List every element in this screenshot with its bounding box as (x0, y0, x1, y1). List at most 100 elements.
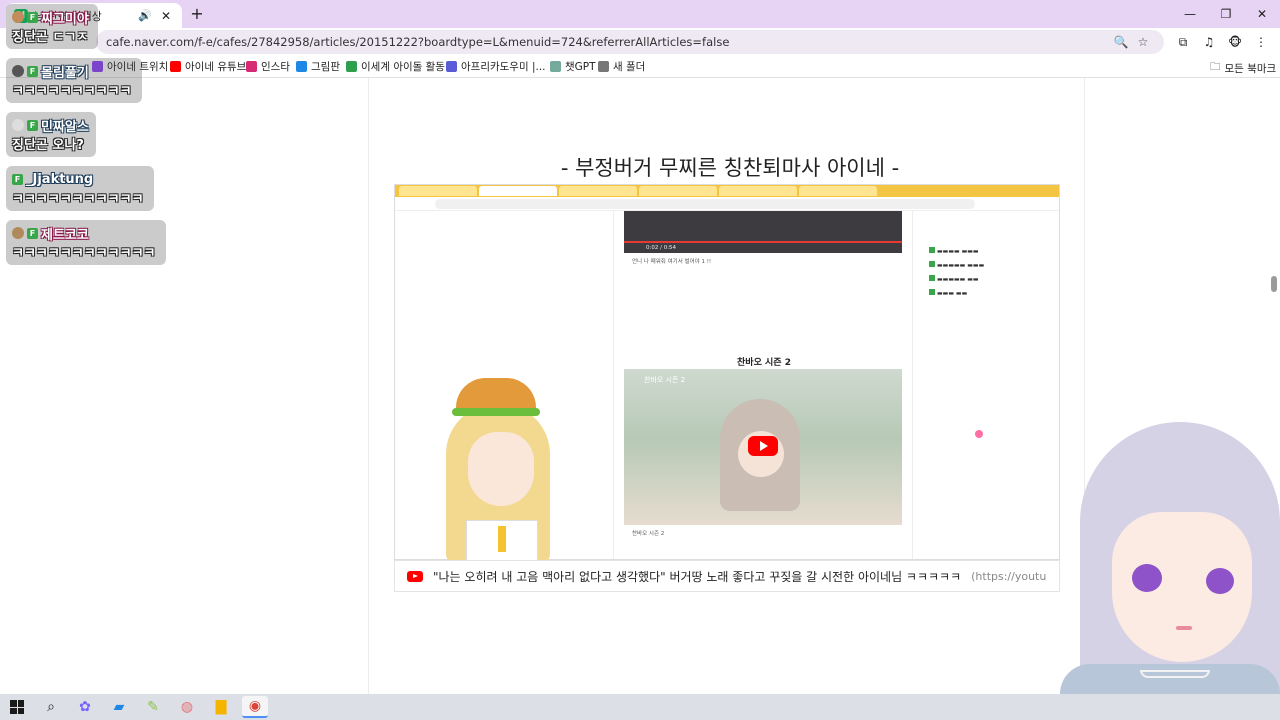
windows-taskbar: ⌕ ✿ ▰ ✎ ◍ ▇ ◉ (0, 694, 1280, 720)
chat-message: F 민짜알스징단곤 오나? (6, 112, 96, 157)
burger-avatar (410, 376, 580, 564)
browser-toolbar: cafe.naver.com/f-e/cafes/27842958/articl… (0, 28, 1280, 56)
fan-badge-icon: F (27, 227, 38, 239)
youtube-play-icon (748, 436, 778, 456)
bookmark-label: 아프리카도우미 |... (461, 61, 546, 73)
embedded-tab (719, 186, 797, 196)
embedded-chat-line: ▬▬▬▬▬ ▬▬▬ (929, 261, 1059, 269)
user-emoji-icon (12, 65, 24, 77)
embedded-tab (479, 186, 557, 196)
user-emoji-icon (12, 11, 24, 23)
bookmark-item[interactable]: 인스타 (246, 59, 290, 74)
video-progress-bar (624, 241, 902, 243)
tab-bar: N 님 관련 이세상 🔊 ✕ + — ❐ ✕ (0, 0, 1280, 28)
embedded-subtitle: 찬바오 시즌 2 (737, 358, 791, 368)
bookmark-label: 이세계 아이돌 활동... (361, 61, 455, 73)
bookmark-item[interactable]: 아프리카도우미 |... (446, 59, 546, 74)
windows-start-icon[interactable] (4, 696, 30, 718)
avatar-right-eye (1206, 568, 1234, 594)
avatar-face (468, 432, 534, 506)
bookmark-item[interactable]: 그림판 (296, 59, 340, 74)
folder-icon: 🗀 (1210, 61, 1221, 73)
chat-text: 징단곤 ㄷㄱㅈ (12, 30, 89, 45)
tab-close-icon[interactable]: ✕ (158, 9, 174, 23)
avatar-choker (1140, 670, 1210, 678)
bookmark-item[interactable]: 아이네 유튜브 (170, 59, 246, 74)
chat-message: F 제트코코 ㅋㅋㅋㅋㅋㅋㅋㅋㅋㅋㅋㅋ (6, 220, 166, 265)
all-bookmarks-label: 모든 북마크 (1224, 62, 1277, 75)
mouse-cursor-icon (975, 430, 983, 438)
avatar-mouth (1176, 626, 1192, 630)
restore-button[interactable]: ❐ (1208, 7, 1244, 21)
chat-username: 찌그미야 (41, 11, 89, 27)
bookmark-icon (346, 61, 357, 72)
embedded-url (435, 199, 975, 209)
embedded-chat-line: ▬▬▬▬ ▬▬▬ (929, 247, 1059, 255)
chat-message-header: F 제트코코 (12, 224, 160, 243)
page-scrollbar[interactable] (1271, 276, 1277, 292)
chat-message-header: F 민짜알스 (12, 116, 90, 135)
chat-text: ㅋㅋㅋㅋㅋㅋㅋㅋㅋㅋㅋ (12, 192, 144, 207)
embedded-video-1: 0:02 / 0:54 (624, 211, 902, 253)
chat-username: 몰림풀기 (41, 65, 89, 81)
bookmark-label: 새 폴더 (613, 61, 646, 73)
chat-text: ㅋㅋㅋㅋㅋㅋㅋㅋㅋㅋ (12, 84, 132, 99)
fan-badge-icon: F (27, 11, 38, 23)
link-url[interactable]: (https://youtu.be/Rf0r... (971, 570, 1047, 583)
embedded-chat-line: ▬▬▬ ▬▬ (929, 289, 1059, 297)
embedded-address-bar (395, 197, 1059, 211)
burger-lettuce (452, 408, 540, 416)
media-control-icon[interactable]: ♫ (1198, 32, 1220, 52)
bookmark-icon (246, 61, 257, 72)
close-window-button[interactable]: ✕ (1244, 7, 1280, 21)
youtube-icon (407, 570, 423, 582)
fan-badge-icon: F (12, 173, 23, 185)
embedded-video-2: 찬바오 시즌 2 (624, 369, 902, 525)
content-border-left (368, 78, 369, 694)
avatar-tie (498, 526, 506, 552)
bookmarks-bar: 아이네 트위치 아이네 유튜브 인스타 그림판 이세계 아이돌 활동... 아프리카도우미… (0, 56, 1280, 78)
url-text[interactable]: cafe.naver.com/f-e/cafes/27842958/articl… (106, 35, 1110, 49)
link-title[interactable]: "나는 오히려 내 고음 맥아리 없다고 생각했다" 버거땅 노래 좋다고 꾸짖… (433, 568, 961, 585)
copilot-icon[interactable]: ✿ (72, 696, 98, 718)
user-emoji-icon (12, 119, 24, 131)
app-icon[interactable]: ✎ (140, 696, 166, 718)
chat-message: F 찌그미야징단곤 ㄷㄱㅈ (6, 4, 98, 49)
bookmark-label: 아이네 유튜브 (185, 61, 247, 73)
bookmark-item[interactable]: 이세계 아이돌 활동... (346, 59, 455, 74)
chat-message-header: F 몰림풀기 (12, 62, 136, 81)
new-tab-button[interactable]: + (188, 5, 206, 23)
chat-username: _Jjaktung (26, 171, 94, 187)
video-2-title: 찬바오 시즌 2 (644, 376, 686, 384)
chat-text: 징단곤 오나? (12, 138, 84, 153)
bookmark-star-icon[interactable]: ☆ (1132, 35, 1154, 49)
bookmark-icon (550, 61, 561, 72)
youtube-link-card[interactable]: "나는 오히려 내 고음 맥아리 없다고 생각했다" 버거땅 노래 좋다고 꾸짖… (394, 560, 1060, 592)
embedded-caption-1: 언니 나 때워줘 여기서 벌어야 1 !! (632, 259, 712, 265)
zoom-icon[interactable]: 🔍 (1110, 35, 1132, 49)
extensions-puzzle-icon[interactable]: ⧉ (1172, 32, 1194, 52)
bookmark-item[interactable]: 챗GPT (550, 59, 596, 74)
app-icon[interactable]: ▰ (106, 696, 132, 718)
embedded-caption-2: 찬바오 시즌 2 (632, 531, 665, 537)
embedded-tab-bar (395, 185, 1059, 197)
profile-avatar-icon[interactable]: 🐵 (1224, 32, 1246, 52)
minimize-button[interactable]: — (1172, 7, 1208, 21)
audio-playing-icon[interactable]: 🔊 (138, 9, 152, 22)
menu-kebab-icon[interactable]: ⋮ (1250, 32, 1272, 52)
extension-area: ⧉ ♫ 🐵 ⋮ (1172, 32, 1272, 52)
chat-message-header: F 찌그미야 (12, 8, 92, 27)
bookmark-item[interactable]: 새 폴더 (598, 59, 645, 74)
chat-message: F 몰림풀기 ㅋㅋㅋㅋㅋㅋㅋㅋㅋㅋ (6, 58, 142, 103)
all-bookmarks-button[interactable]: 🗀 모든 북마크 (1210, 59, 1276, 77)
search-icon[interactable]: ⌕ (38, 696, 64, 718)
file-explorer-icon[interactable]: ▇ (208, 696, 234, 718)
chat-message-header: F _Jjaktung (12, 170, 148, 188)
chrome-icon[interactable]: ◉ (242, 696, 268, 718)
embedded-tab (799, 186, 877, 196)
chat-username: 민짜알스 (41, 119, 89, 135)
app-icon[interactable]: ◍ (174, 696, 200, 718)
address-bar[interactable]: cafe.naver.com/f-e/cafes/27842958/articl… (96, 30, 1164, 54)
bookmark-icon (170, 61, 181, 72)
bookmark-label: 그림판 (311, 61, 340, 73)
